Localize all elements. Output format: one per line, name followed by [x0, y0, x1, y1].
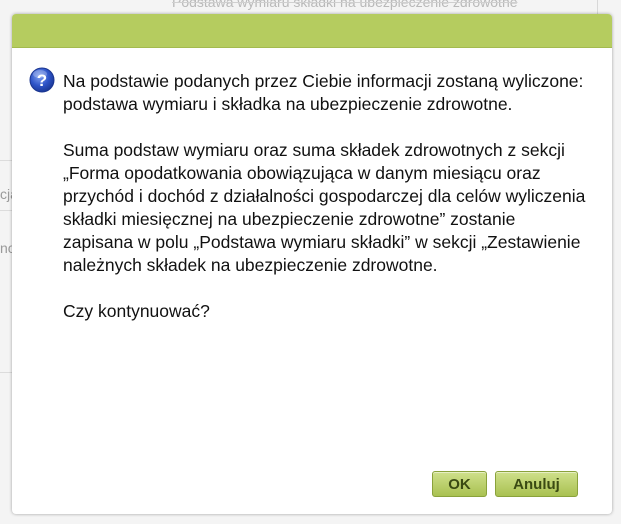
background-heading: Podstawa wymiaru składki na ubezpieczeni… [172, 0, 518, 10]
message-question: Czy kontynuować? [63, 301, 210, 321]
dialog-message: Na podstawie podanych przez Ciebie infor… [63, 70, 588, 346]
background-divider [597, 0, 598, 14]
message-paragraph: Suma podstaw wymiaru oraz suma składek z… [63, 140, 586, 275]
message-paragraph: Na podstawie podanych przez Ciebie infor… [63, 71, 584, 114]
ok-button[interactable]: OK [432, 471, 487, 497]
dialog-body: ? Na podstawie podanych przez Ciebie inf… [12, 48, 612, 514]
confirm-dialog: ? Na podstawie podanych przez Ciebie inf… [12, 14, 612, 514]
dialog-titlebar[interactable] [12, 14, 612, 48]
svg-text:?: ? [37, 71, 47, 90]
question-icon: ? [29, 67, 55, 93]
cancel-button[interactable]: Anuluj [495, 471, 578, 497]
